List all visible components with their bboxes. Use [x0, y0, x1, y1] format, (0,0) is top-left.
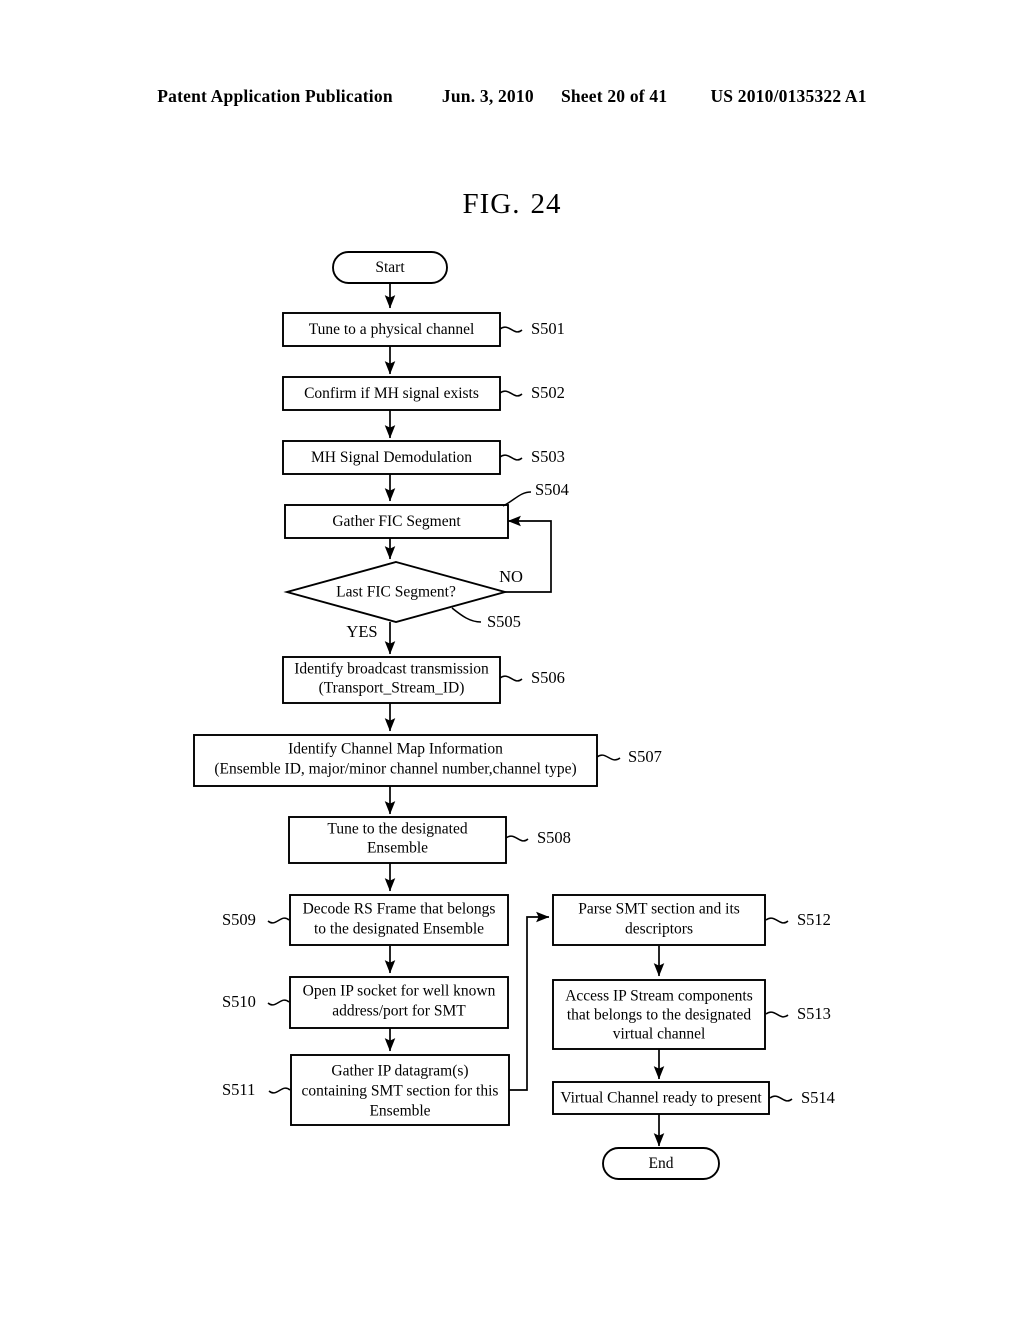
- s514-leader-line: [769, 1095, 793, 1102]
- s503-leader-line: [499, 454, 523, 461]
- node-s513: Access IP Stream components that belongs…: [552, 979, 831, 1050]
- s502-leader-line: [499, 390, 523, 397]
- s510-step-ref: S510: [222, 992, 256, 1011]
- node-s514: Virtual Channel ready to present S514: [552, 1081, 835, 1115]
- connector-s511-to-s512: [509, 911, 550, 1091]
- node-s505: Last FIC Segment? S505 NO YES: [283, 561, 523, 641]
- node-s503: MH Signal Demodulation S503: [282, 440, 565, 475]
- s508-step-ref: S508: [537, 828, 571, 847]
- node-end: End: [602, 1147, 720, 1180]
- patent-page: Patent Application Publication Jun. 3, 2…: [0, 0, 1024, 1320]
- s504-box-label: Gather FIC Segment: [332, 513, 461, 530]
- s513-box-label-line2: that belongs to the designated: [567, 1007, 751, 1024]
- s514-step-ref: S514: [801, 1088, 835, 1107]
- s506-leader-line: [499, 675, 523, 682]
- s512-box-label-line2: descriptors: [625, 921, 693, 938]
- node-s510: Open IP socket for well known address/po…: [222, 976, 509, 1029]
- s511-box-label-line3: Ensemble: [369, 1103, 430, 1120]
- node-s502: Confirm if MH signal exists S502: [282, 376, 565, 411]
- s506-step-ref: S506: [531, 668, 565, 687]
- node-s501: Tune to a physical channel S501: [282, 312, 565, 347]
- s505-step-ref: S505: [487, 612, 521, 631]
- s513-box-label-line3: virtual channel: [613, 1026, 706, 1043]
- s509-step-ref: S509: [222, 910, 256, 929]
- end-terminator-label: End: [649, 1155, 674, 1172]
- s511-leader-line: [268, 1087, 291, 1094]
- s507-step-ref: S507: [628, 747, 662, 766]
- flowchart-diagram: Start Tune to a physical channel S501 Co…: [193, 251, 835, 1180]
- s506-box-label-line2: (Transport_Stream_ID): [319, 680, 465, 697]
- s505-leader-line: [451, 607, 482, 623]
- node-s507: Identify Channel Map Information (Ensemb…: [193, 734, 662, 787]
- branch-label-no: NO: [499, 567, 523, 586]
- s512-step-ref: S512: [797, 910, 831, 929]
- s501-step-ref: S501: [531, 319, 565, 338]
- s513-step-ref: S513: [797, 1004, 831, 1023]
- s503-box-label: MH Signal Demodulation: [311, 449, 472, 466]
- s513-leader-line: [765, 1011, 789, 1018]
- s507-box-label-line2: (Ensemble ID, major/minor channel number…: [214, 761, 576, 778]
- s507-box-label-line1: Identify Channel Map Information: [288, 741, 503, 758]
- s511-box-label-line1: Gather IP datagram(s): [331, 1063, 468, 1080]
- s506-box-label-line1: Identify broadcast transmission: [294, 661, 489, 678]
- s514-box-label: Virtual Channel ready to present: [560, 1090, 762, 1107]
- s502-box-label: Confirm if MH signal exists: [304, 385, 479, 402]
- s510-box-label-line2: address/port for SMT: [332, 1003, 466, 1020]
- s508-leader-line: [505, 835, 529, 842]
- s510-box-label-line1: Open IP socket for well known: [303, 983, 496, 1000]
- s505-diamond-label: Last FIC Segment?: [336, 584, 456, 601]
- s501-leader-line: [499, 326, 523, 333]
- s509-box-label-line2: to the designated Ensemble: [314, 921, 484, 938]
- node-s506: Identify broadcast transmission (Transpo…: [282, 656, 565, 704]
- s502-step-ref: S502: [531, 383, 565, 402]
- s512-leader-line: [765, 917, 789, 924]
- s509-leader-line: [267, 917, 290, 924]
- branch-label-yes: YES: [346, 622, 377, 641]
- node-s504: Gather FIC Segment S504: [284, 480, 569, 539]
- node-s512: Parse SMT section and its descriptors S5…: [552, 894, 831, 946]
- s501-box-label: Tune to a physical channel: [309, 321, 475, 338]
- s513-box-label-line1: Access IP Stream components: [565, 988, 753, 1005]
- s512-box-label-line1: Parse SMT section and its: [578, 901, 740, 918]
- node-start: Start: [332, 251, 448, 284]
- start-terminator-label: Start: [375, 259, 405, 276]
- s504-leader-line: [502, 491, 532, 507]
- s507-leader-line: [596, 754, 621, 761]
- s508-box-label-line2: Ensemble: [367, 840, 428, 857]
- s503-step-ref: S503: [531, 447, 565, 466]
- node-s511: Gather IP datagram(s) containing SMT sec…: [222, 1054, 510, 1126]
- s511-box-label-line2: containing SMT section for this: [302, 1083, 499, 1100]
- node-s508: Tune to the designated Ensemble S508: [288, 816, 571, 864]
- s510-leader-line: [267, 999, 290, 1006]
- s504-step-ref: S504: [535, 480, 569, 499]
- s509-box-label-line1: Decode RS Frame that belongs: [303, 901, 496, 918]
- node-s509: Decode RS Frame that belongs to the desi…: [222, 894, 509, 946]
- s511-step-ref: S511: [222, 1080, 255, 1099]
- s508-box-label-line1: Tune to the designated: [327, 821, 467, 838]
